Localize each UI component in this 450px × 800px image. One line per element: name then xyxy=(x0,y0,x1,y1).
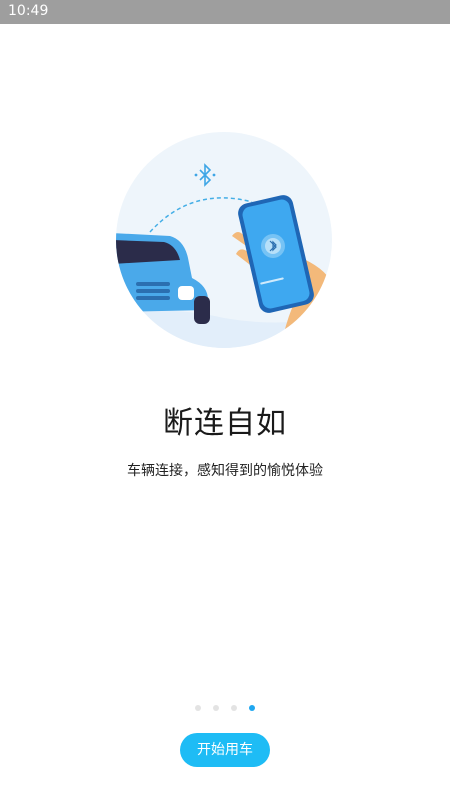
page-dot-4-active[interactable] xyxy=(249,705,255,711)
onboarding-subtitle: 车辆连接，感知得到的愉悦体验 xyxy=(127,463,323,479)
page-dot-3[interactable] xyxy=(231,705,237,711)
start-button[interactable]: 开始用车 xyxy=(180,733,270,767)
page-indicator xyxy=(195,705,255,715)
page-dot-2[interactable] xyxy=(213,705,219,711)
page-dot-1[interactable] xyxy=(195,705,201,711)
status-bar: 10:49 xyxy=(0,0,450,24)
status-time: 10:49 xyxy=(8,3,49,19)
onboarding-title: 断连自如 xyxy=(163,406,287,441)
onboarding-illustration xyxy=(116,132,332,348)
